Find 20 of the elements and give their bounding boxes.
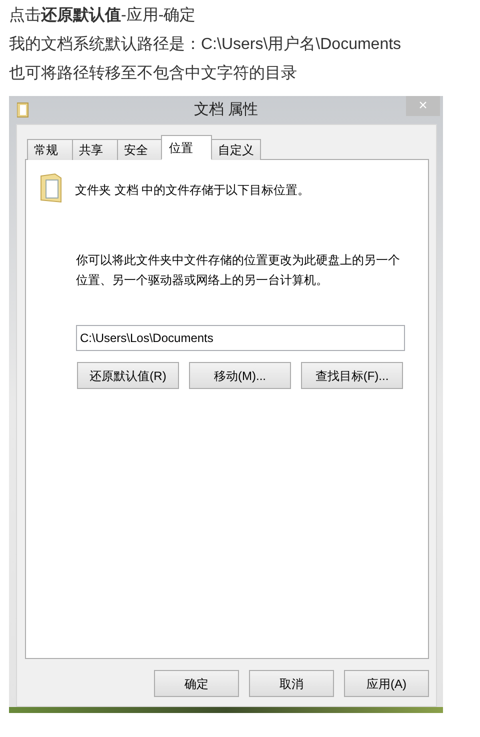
- window-title: 文档 属性: [194, 100, 258, 120]
- intro-text: 也可将路径转移至不包含中文字符的目录: [9, 64, 298, 84]
- path-field[interactable]: C:\Users\Los\Documents: [76, 325, 405, 351]
- action-button[interactable]: 移动(M)...: [189, 362, 291, 389]
- folder-icon: [17, 102, 29, 118]
- description-text: 文件夹 文档 中的文件存储于以下目标位置。: [75, 182, 310, 199]
- dialog-button[interactable]: 取消: [249, 670, 334, 697]
- tab[interactable]: 共享: [72, 139, 118, 160]
- intro-text: 我的文档系统默认路径是：C:\Users\用户名\Documents: [9, 34, 402, 55]
- tab[interactable]: 自定义: [211, 139, 261, 160]
- action-button[interactable]: 还原默认值(R): [77, 362, 179, 389]
- intro-text: 点击还原默认值-应用-确定: [9, 6, 197, 26]
- dialog-button[interactable]: 确定: [154, 670, 239, 697]
- action-button[interactable]: 查找目标(F)...: [301, 362, 403, 389]
- dialog-button[interactable]: 应用(A): [344, 670, 429, 697]
- tab[interactable]: 安全: [117, 139, 163, 160]
- folder-icon: [39, 172, 63, 204]
- info-text: 你可以将此文件夹中文件存储的位置更改为此硬盘上的另一个位置、另一个驱动器或网络上的另一台计算机。: [76, 252, 401, 289]
- tab[interactable]: 位置: [161, 135, 212, 160]
- tab[interactable]: 常规: [27, 139, 73, 160]
